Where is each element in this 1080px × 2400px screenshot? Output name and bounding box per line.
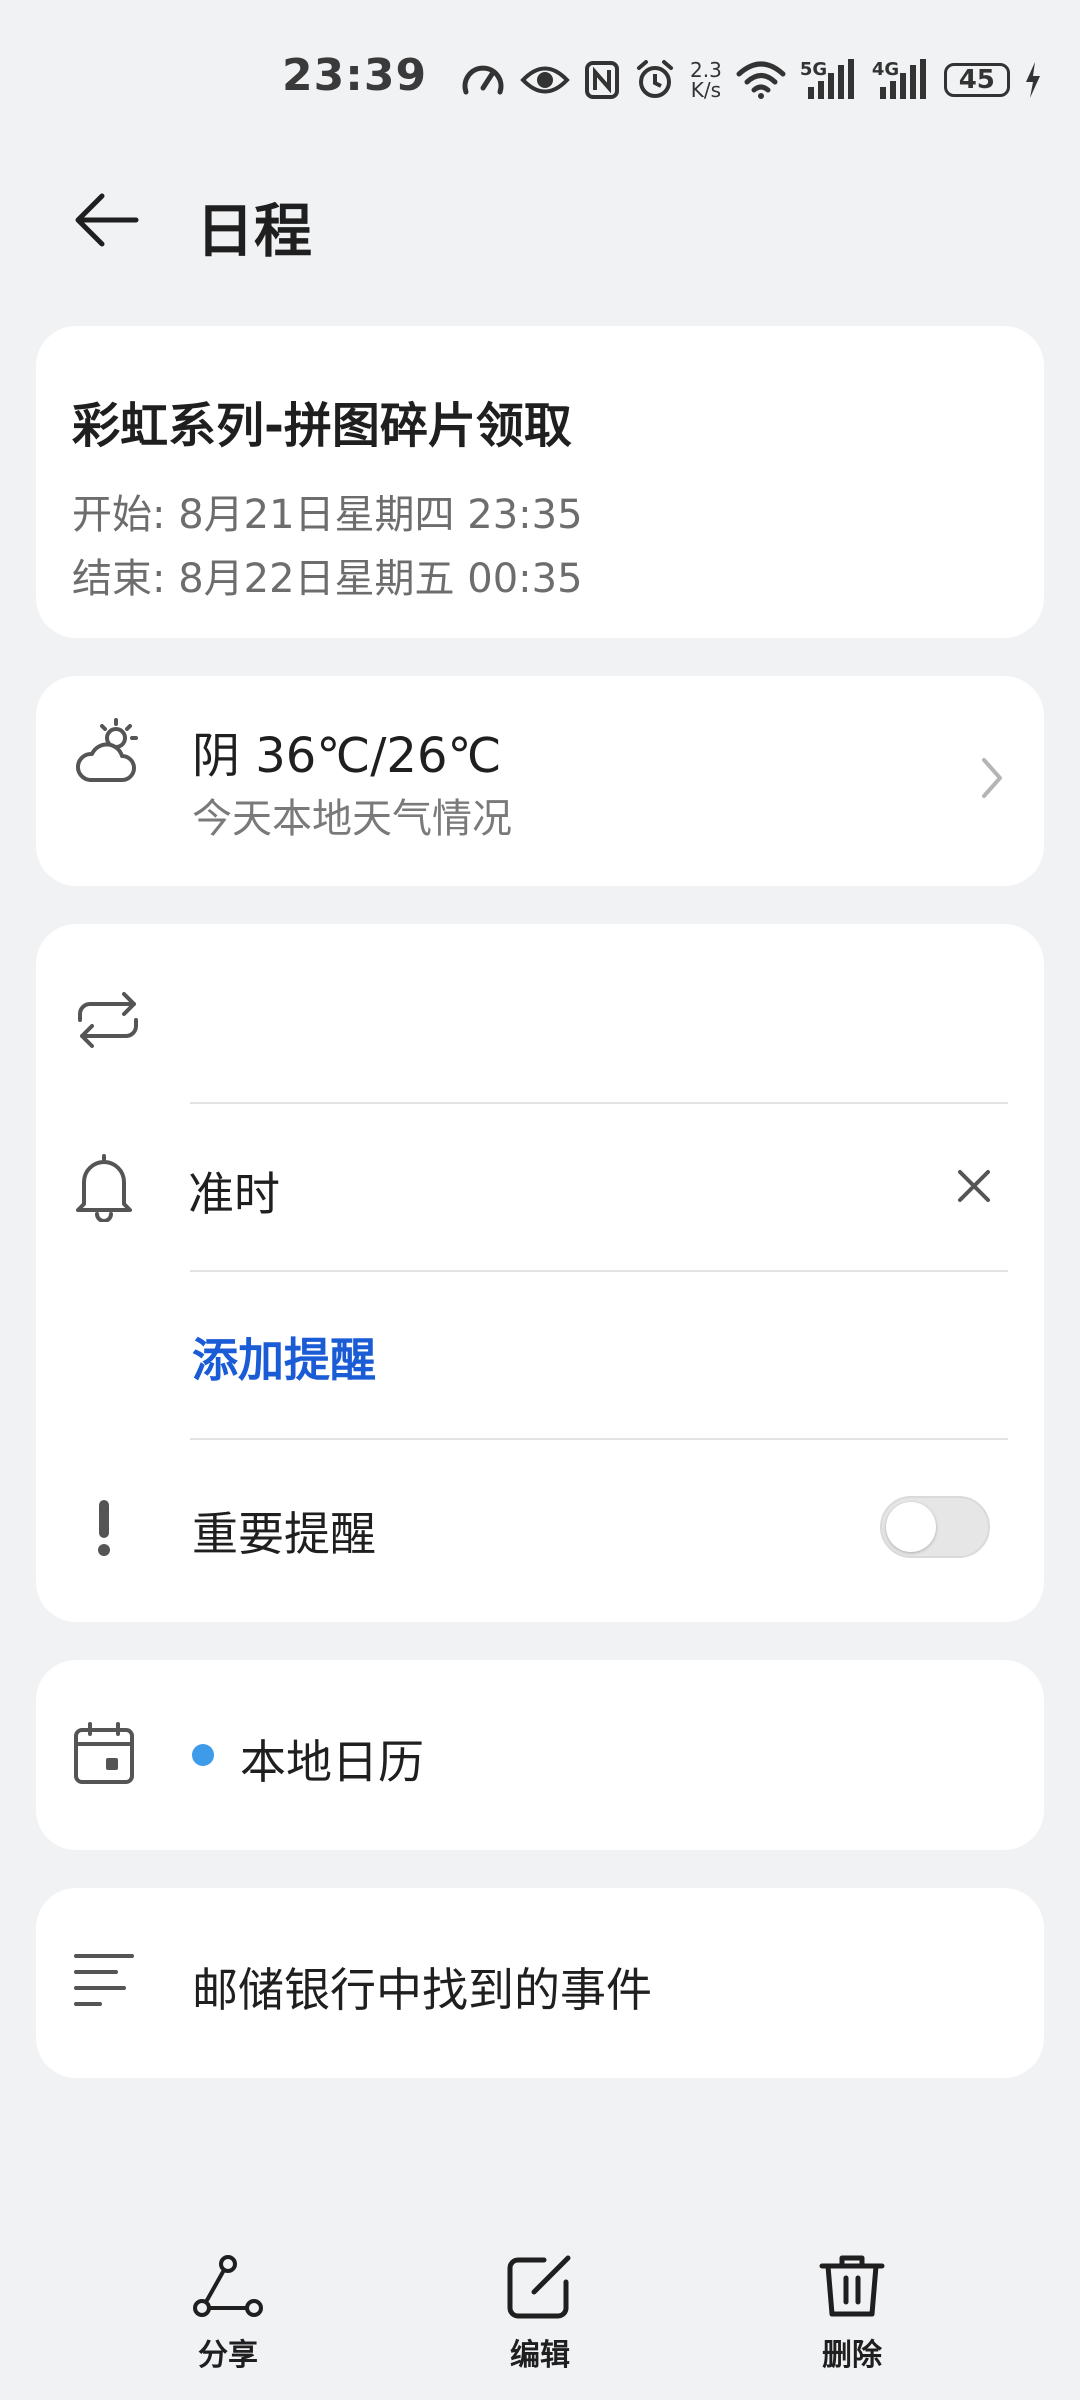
edit-label: 编辑	[510, 2338, 570, 2373]
signal-5g: 5G	[800, 59, 858, 101]
bell-icon	[76, 1154, 132, 1222]
status-icons: 2.3 K/s 5G 4G 45	[460, 52, 1042, 108]
reminder-settings-card: 准时 添加提醒 重要提醒	[36, 924, 1044, 1622]
calendar-icon	[74, 1722, 134, 1784]
share-icon	[193, 2255, 263, 2317]
important-reminder-toggle[interactable]	[880, 1496, 990, 1558]
share-button[interactable]: 分享	[148, 2254, 308, 2374]
close-icon[interactable]	[954, 1166, 994, 1206]
network-speed-value: 2.3	[690, 58, 722, 82]
add-reminder-button[interactable]: 添加提醒	[192, 1324, 376, 1390]
delete-label: 删除	[822, 2338, 882, 2373]
repeat-icon[interactable]	[72, 990, 144, 1050]
share-label: 分享	[198, 2338, 258, 2373]
battery-indicator: 45	[943, 63, 1010, 97]
delete-button[interactable]: 删除	[772, 2254, 932, 2374]
toggle-knob	[886, 1502, 936, 1552]
chevron-right-icon	[982, 758, 1002, 798]
weather-summary: 阴 36℃/26℃	[192, 728, 502, 784]
calendar-color-dot	[192, 1744, 214, 1766]
alarm-icon	[637, 60, 673, 98]
status-bar: 23:39 2.3 K/s 5G 4G 45	[0, 0, 1080, 160]
edit-button[interactable]: 编辑	[460, 2254, 620, 2374]
page-title: 日程	[196, 197, 313, 265]
partly-cloudy-icon	[76, 718, 138, 782]
event-summary-card: 彩虹系列-拼图碎片领取 开始: 8月21日星期四 23:35 结束: 8月22日…	[36, 326, 1044, 638]
notes-icon	[74, 1954, 134, 2006]
signal-4g: 4G	[872, 59, 930, 101]
weather-subtitle: 今天本地天气情况	[192, 796, 512, 842]
speedometer-icon	[462, 65, 504, 95]
bottom-action-bar: 分享 编辑 删除	[0, 2220, 1080, 2400]
edit-icon	[507, 2255, 571, 2319]
eye-icon	[520, 66, 570, 94]
signal-bars-icon	[879, 59, 926, 99]
calendar-name: 本地日历	[240, 1735, 424, 1789]
back-arrow-icon[interactable]	[72, 190, 144, 250]
notes-card[interactable]: 邮储银行中找到的事件	[36, 1888, 1044, 2078]
divider	[190, 1102, 1008, 1104]
notes-text: 邮储银行中找到的事件	[192, 1963, 652, 2017]
important-reminder-label: 重要提醒	[192, 1507, 376, 1561]
network-speed: 2.3 K/s	[690, 60, 722, 100]
exclamation-icon	[98, 1500, 110, 1556]
network-speed-unit: K/s	[690, 78, 722, 102]
event-title: 彩虹系列-拼图碎片领取	[72, 398, 572, 454]
trash-icon	[819, 2255, 885, 2317]
calendar-card[interactable]: 本地日历	[36, 1660, 1044, 1850]
divider	[190, 1270, 1008, 1272]
wifi-icon	[736, 61, 786, 99]
top-app-bar: 日程	[0, 160, 1080, 280]
signal-bars-icon	[807, 59, 854, 99]
event-start-time: 开始: 8月21日星期四 23:35	[72, 492, 583, 538]
nfc-icon	[585, 61, 619, 99]
charging-icon	[1025, 62, 1040, 98]
weather-card[interactable]: 阴 36℃/26℃ 今天本地天气情况	[36, 676, 1044, 886]
event-end-time: 结束: 8月22日星期五 00:35	[72, 556, 583, 602]
status-time: 23:39	[282, 50, 428, 101]
divider	[190, 1438, 1008, 1440]
reminder-timing[interactable]: 准时	[188, 1158, 280, 1224]
